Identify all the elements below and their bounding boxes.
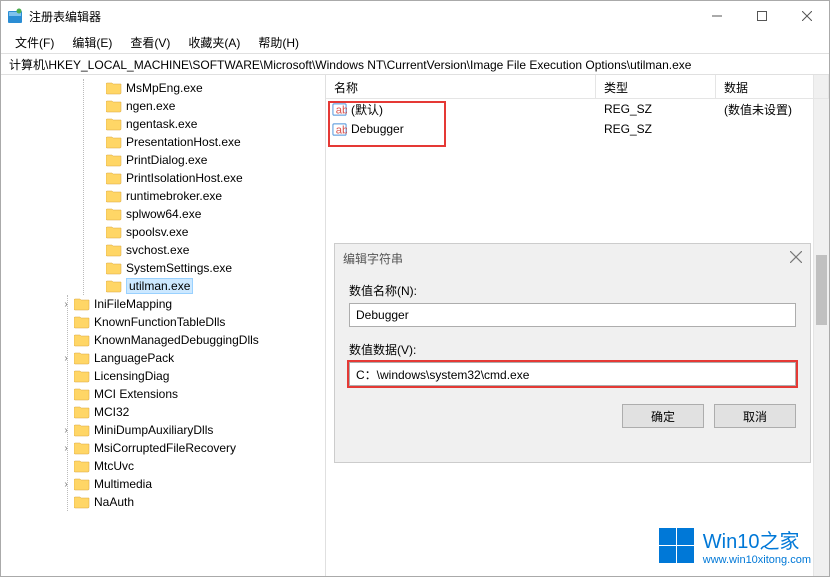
tree-item[interactable]: MsMpEng.exe	[92, 79, 325, 97]
col-data[interactable]: 数据	[716, 75, 829, 98]
tree-item[interactable]: SystemSettings.exe	[92, 259, 325, 277]
cancel-button[interactable]: 取消	[714, 404, 796, 428]
tree-item[interactable]: ›MiniDumpAuxiliaryDlls	[60, 421, 325, 439]
windows-logo-icon	[659, 528, 695, 564]
window-title: 注册表编辑器	[29, 8, 694, 25]
value-name-field[interactable]: Debugger	[349, 303, 796, 327]
tree-item[interactable]: svchost.exe	[92, 241, 325, 259]
maximize-button[interactable]	[739, 1, 784, 31]
tree-item[interactable]: ngentask.exe	[92, 115, 325, 133]
tree-item[interactable]: PrintDialog.exe	[92, 151, 325, 169]
col-name[interactable]: 名称	[326, 75, 596, 98]
tree-item[interactable]: utilman.exe	[92, 277, 325, 295]
svg-text:ab: ab	[336, 124, 347, 136]
tree-pane[interactable]: MsMpEng.exengen.exengentask.exePresentat…	[1, 75, 326, 576]
value-name-label: 数值名称(N):	[349, 282, 796, 299]
tree-item[interactable]: ›MsiCorruptedFileRecovery	[60, 439, 325, 457]
watermark-title: Win10之家	[703, 525, 811, 554]
value-data-label: 数值数据(V):	[349, 341, 796, 358]
minimize-button[interactable]	[694, 1, 739, 31]
value-row[interactable]: ab(默认)REG_SZ(数值未设置)	[326, 99, 829, 119]
ok-button[interactable]: 确定	[622, 404, 704, 428]
tree-item[interactable]: KnownManagedDebuggingDlls	[60, 331, 325, 349]
window-controls	[694, 1, 829, 31]
menu-file[interactable]: 文件(F)	[7, 32, 62, 53]
watermark-text: Win10之家 www.win10xitong.com	[703, 525, 811, 566]
value-data-text: C：\windows\system32\cmd.exe	[356, 366, 529, 383]
app-icon	[7, 8, 23, 24]
menu-edit[interactable]: 编辑(E)	[64, 32, 120, 53]
tree-item[interactable]: LicensingDiag	[60, 367, 325, 385]
address-path: 计算机\HKEY_LOCAL_MACHINE\SOFTWARE\Microsof…	[9, 56, 691, 73]
titlebar: 注册表编辑器	[1, 1, 829, 31]
value-name-text: Debugger	[356, 308, 409, 322]
tree-item[interactable]: ›IniFileMapping	[60, 295, 325, 313]
menu-favorites[interactable]: 收藏夹(A)	[180, 32, 248, 53]
value-row[interactable]: abDebuggerREG_SZ	[326, 119, 829, 139]
tree-item[interactable]: runtimebroker.exe	[92, 187, 325, 205]
close-button[interactable]	[784, 1, 829, 31]
dialog-buttons: 确定 取消	[349, 404, 796, 428]
address-bar[interactable]: 计算机\HKEY_LOCAL_MACHINE\SOFTWARE\Microsof…	[1, 53, 829, 75]
tree-item[interactable]: KnownFunctionTableDlls	[60, 313, 325, 331]
tree-item[interactable]: splwow64.exe	[92, 205, 325, 223]
watermark: Win10之家 www.win10xitong.com	[659, 525, 811, 566]
dialog-body: 数值名称(N): Debugger 数值数据(V): C：\windows\sy…	[335, 272, 810, 438]
dialog-close-icon[interactable]	[790, 251, 802, 266]
tree-item[interactable]: ›LanguagePack	[60, 349, 325, 367]
value-data-field[interactable]: C：\windows\system32\cmd.exe	[349, 362, 796, 386]
tree-item[interactable]: MCI32	[60, 403, 325, 421]
tree-item[interactable]: NaAuth	[60, 493, 325, 511]
values-header: 名称 类型 数据	[326, 75, 829, 99]
tree-item[interactable]: spoolsv.exe	[92, 223, 325, 241]
dialog-title-text: 编辑字符串	[343, 250, 403, 267]
tree-item[interactable]: MCI Extensions	[60, 385, 325, 403]
tree-item[interactable]: ›Multimedia	[60, 475, 325, 493]
menu-view[interactable]: 查看(V)	[122, 32, 178, 53]
menu-help[interactable]: 帮助(H)	[250, 32, 307, 53]
tree-item[interactable]: MtcUvc	[60, 457, 325, 475]
watermark-url: www.win10xitong.com	[703, 554, 811, 566]
dialog-titlebar: 编辑字符串	[335, 244, 810, 272]
tree-item[interactable]: ngen.exe	[92, 97, 325, 115]
svg-text:ab: ab	[336, 104, 347, 116]
col-type[interactable]: 类型	[596, 75, 716, 98]
edit-string-dialog: 编辑字符串 数值名称(N): Debugger 数值数据(V): C：\wind…	[334, 243, 811, 463]
tree-item[interactable]: PrintIsolationHost.exe	[92, 169, 325, 187]
menubar: 文件(F) 编辑(E) 查看(V) 收藏夹(A) 帮助(H)	[1, 31, 829, 53]
tree-item[interactable]: PresentationHost.exe	[92, 133, 325, 151]
